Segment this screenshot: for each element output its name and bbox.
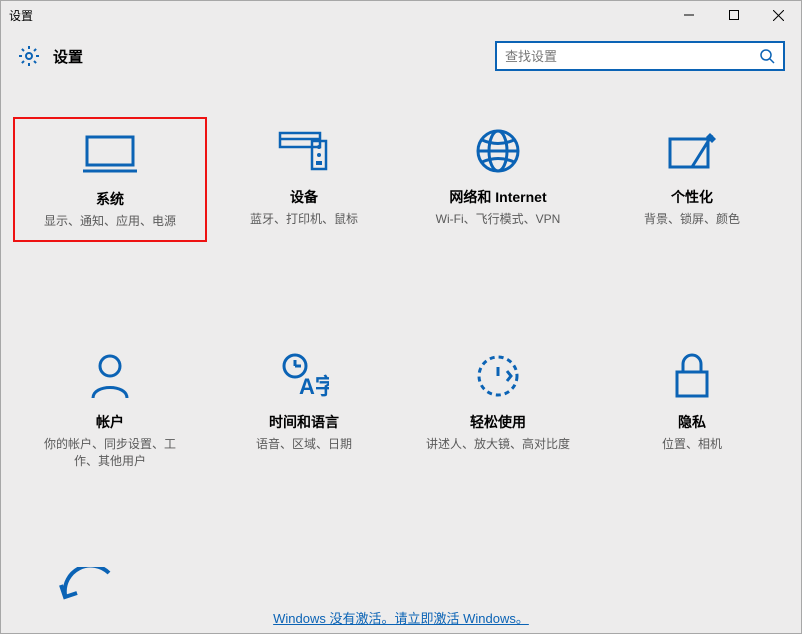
tile-title: 个性化 (671, 187, 713, 207)
gear-icon (17, 44, 41, 68)
tile-title: 时间和语言 (269, 412, 339, 432)
tile-devices[interactable]: 设备 蓝牙、打印机、鼠标 (207, 117, 401, 242)
tile-desc: 位置、相机 (662, 436, 722, 453)
time-language-icon: A字 (279, 348, 329, 404)
tile-title: 网络和 Internet (449, 187, 546, 207)
tile-title: 帐户 (96, 412, 124, 432)
tile-title: 设备 (290, 187, 318, 207)
close-button[interactable] (756, 1, 801, 29)
header-left: 设置 (17, 44, 83, 68)
display-icon (83, 125, 137, 181)
activation-link[interactable]: Windows 没有激活。请立即激活 Windows。 (1, 608, 801, 627)
tile-desc: 显示、通知、应用、电源 (44, 213, 176, 230)
tile-privacy[interactable]: 隐私 位置、相机 (595, 342, 789, 480)
window-title: 设置 (9, 7, 33, 24)
tile-desc: Wi-Fi、飞行模式、VPN (436, 211, 561, 228)
window-controls (666, 1, 801, 29)
lock-icon (672, 348, 712, 404)
minimize-button[interactable] (666, 1, 711, 29)
tile-desc: 背景、锁屏、颜色 (644, 211, 740, 228)
personalization-icon (666, 123, 718, 179)
header-row: 设置 (1, 29, 801, 85)
tile-system[interactable]: 系统 显示、通知、应用、电源 (13, 117, 207, 242)
tile-title: 系统 (96, 189, 124, 209)
devices-icon (278, 123, 330, 179)
tile-personalization[interactable]: 个性化 背景、锁屏、颜色 (595, 117, 789, 242)
tile-desc: 蓝牙、打印机、鼠标 (250, 211, 358, 228)
page-title: 设置 (53, 46, 83, 67)
tile-desc: 语音、区域、日期 (256, 436, 352, 453)
undo-icon[interactable] (57, 567, 117, 607)
search-input[interactable] (505, 49, 759, 64)
window-titlebar: 设置 (1, 1, 801, 29)
search-box[interactable] (495, 41, 785, 71)
tile-time-language[interactable]: A字 时间和语言 语音、区域、日期 (207, 342, 401, 480)
ease-of-access-icon (475, 348, 521, 404)
svg-text:A字: A字 (299, 374, 329, 399)
tile-network[interactable]: 网络和 Internet Wi-Fi、飞行模式、VPN (401, 117, 595, 242)
tile-ease-of-access[interactable]: 轻松使用 讲述人、放大镜、高对比度 (401, 342, 595, 480)
search-icon (759, 48, 775, 64)
tile-title: 轻松使用 (470, 412, 526, 432)
tile-accounts[interactable]: 帐户 你的帐户、同步设置、工作、其他用户 (13, 342, 207, 480)
accounts-icon (89, 348, 131, 404)
tile-desc: 讲述人、放大镜、高对比度 (426, 436, 570, 453)
globe-icon (474, 123, 522, 179)
maximize-button[interactable] (711, 1, 756, 29)
tile-title: 隐私 (678, 412, 706, 432)
settings-grid: 系统 显示、通知、应用、电源 设备 蓝牙、打印机、鼠标 网络和 Internet… (1, 85, 801, 479)
tile-desc: 你的帐户、同步设置、工作、其他用户 (35, 436, 185, 470)
